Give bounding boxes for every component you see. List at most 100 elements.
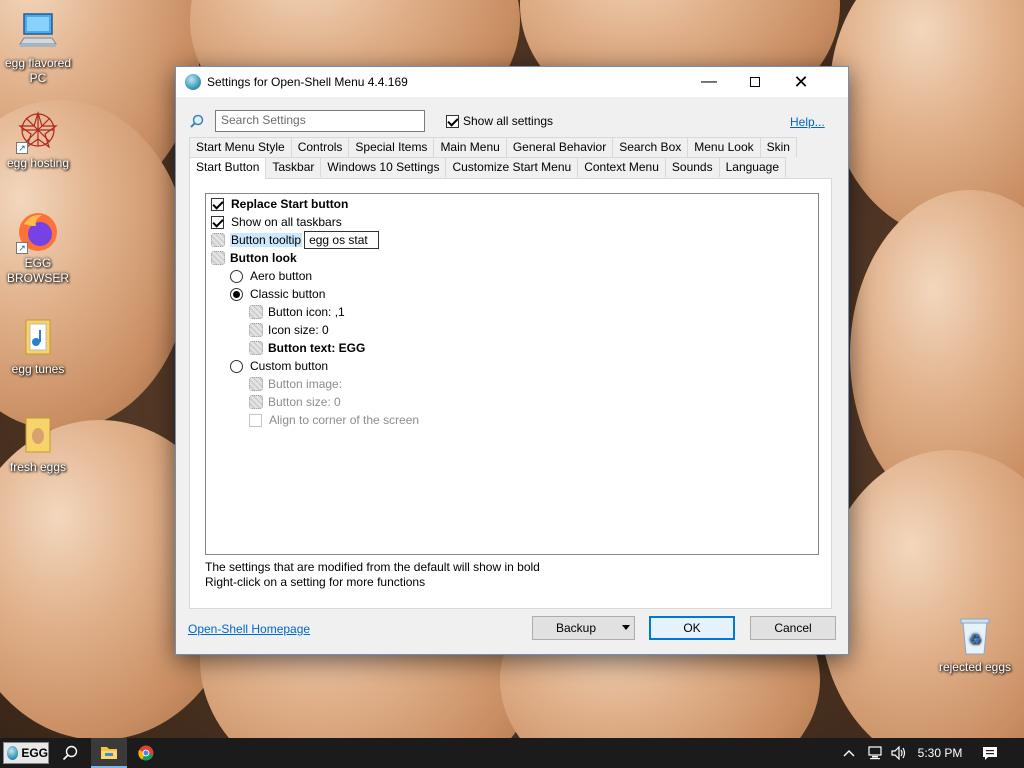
ok-button[interactable]: OK	[649, 616, 735, 640]
network-button[interactable]	[864, 738, 886, 768]
setting-classic-button[interactable]: Classic button	[230, 285, 325, 303]
open-shell-icon	[185, 74, 201, 90]
minimize-button[interactable]: —	[686, 67, 732, 97]
desktop-icon-egg-flavored-pc[interactable]: egg flavored PC	[0, 10, 76, 86]
desktop-icon-label: egg hosting	[6, 156, 70, 170]
setting-label: Replace Start button	[231, 197, 349, 211]
desktop-icon-fresh-eggs[interactable]: fresh eggs	[0, 414, 76, 475]
speaker-icon	[891, 746, 906, 760]
setting-custom-button[interactable]: Custom button	[230, 357, 328, 375]
setting-label: Custom button	[250, 359, 329, 373]
open-shell-homepage-link[interactable]: Open-Shell Homepage	[188, 622, 310, 636]
taskbar-search-button[interactable]	[52, 738, 88, 768]
start-button-tab-panel: Replace Start button Show on all taskbar…	[189, 178, 832, 609]
settings-tree[interactable]: Replace Start button Show on all taskbar…	[205, 193, 819, 555]
setting-button-tooltip[interactable]: Button tooltip egg os stat	[211, 231, 380, 249]
tab-main-menu[interactable]: Main Menu	[433, 137, 507, 157]
taskbar-chrome[interactable]	[128, 738, 164, 768]
tab-general-behavior[interactable]: General Behavior	[505, 137, 614, 157]
settings-dialog: Settings for Open-Shell Menu 4.4.169 — ✕…	[175, 66, 849, 655]
setting-button-icon[interactable]: Button icon: ,1	[249, 303, 345, 321]
volume-button[interactable]	[888, 738, 910, 768]
setting-icon-size[interactable]: Icon size: 0	[249, 321, 329, 339]
computer-icon	[16, 10, 60, 54]
action-center-button[interactable]	[975, 738, 1005, 768]
setting-label: Show on all taskbars	[231, 215, 342, 229]
tab-skin[interactable]: Skin	[759, 137, 797, 157]
shortcut-arrow-icon: ↗	[16, 242, 28, 254]
clock[interactable]: 5:30 PM	[915, 738, 965, 768]
setting-button-image: Button image:	[249, 375, 342, 393]
tooltip-edit-field[interactable]: egg os stat	[304, 231, 380, 249]
search-icon	[62, 745, 78, 761]
tab-customize-start-menu[interactable]: Customize Start Menu	[445, 157, 579, 177]
tab-menu-look[interactable]: Menu Look	[687, 137, 761, 157]
setting-label: Align to corner of the screen	[269, 413, 420, 427]
setting-icon	[249, 395, 263, 409]
search-settings-input[interactable]: Search Settings	[215, 110, 425, 132]
taskbar-file-explorer[interactable]	[91, 738, 127, 768]
setting-label: Button image:	[268, 377, 343, 391]
setting-icon	[211, 251, 225, 265]
setting-label: Button tooltip	[230, 233, 303, 247]
radio-selected[interactable]	[230, 287, 243, 301]
show-all-settings-checkbox[interactable]: Show all settings	[446, 114, 553, 128]
setting-button-look[interactable]: Button look	[211, 249, 297, 267]
checkbox-checked[interactable]	[446, 114, 459, 128]
music-folder-icon	[16, 316, 60, 360]
title-bar[interactable]: Settings for Open-Shell Menu 4.4.169 — ✕	[176, 67, 848, 97]
note-right-click: Right-click on a setting for more functi…	[205, 575, 426, 589]
desktop-icon-rejected-eggs[interactable]: ♻ rejected eggs	[937, 614, 1013, 675]
show-hidden-icons-button[interactable]	[840, 738, 858, 768]
shortcut-arrow-icon: ↗	[16, 142, 28, 154]
radio-unselected[interactable]	[230, 359, 243, 373]
setting-button-text[interactable]: Button text: EGG	[249, 339, 365, 357]
help-link[interactable]: Help...	[790, 115, 825, 129]
tab-sounds[interactable]: Sounds	[664, 157, 720, 177]
setting-label: Aero button	[250, 269, 313, 283]
tab-windows-10-settings[interactable]: Windows 10 Settings	[320, 157, 447, 177]
tab-search-box[interactable]: Search Box	[612, 137, 689, 157]
tab-special-items[interactable]: Special Items	[348, 137, 435, 157]
tab-taskbar[interactable]: Taskbar	[265, 157, 322, 177]
setting-label: Button size: 0	[268, 395, 341, 409]
setting-aero-button[interactable]: Aero button	[230, 267, 312, 285]
desktop-icon-label: fresh eggs	[9, 460, 67, 474]
close-icon: ✕	[793, 71, 809, 92]
setting-align-to-corner: Align to corner of the screen	[249, 411, 419, 429]
checkbox-checked[interactable]	[211, 215, 224, 229]
maximize-icon	[750, 77, 760, 87]
cancel-button[interactable]: Cancel	[750, 616, 836, 640]
start-button[interactable]: EGG	[3, 742, 49, 764]
tab-start-button[interactable]: Start Button	[189, 157, 267, 179]
tab-start-menu-style[interactable]: Start Menu Style	[189, 137, 292, 157]
setting-show-on-all-taskbars[interactable]: Show on all taskbars	[211, 213, 342, 231]
tab-context-menu[interactable]: Context Menu	[577, 157, 666, 177]
star-shape-icon: ↗	[16, 110, 60, 154]
note-bold-settings: The settings that are modified from the …	[205, 560, 540, 574]
close-button[interactable]: ✕	[778, 67, 824, 97]
setting-replace-start-button[interactable]: Replace Start button	[211, 195, 348, 213]
folder-icon	[101, 747, 117, 759]
radio-unselected[interactable]	[230, 269, 243, 283]
tab-language[interactable]: Language	[718, 157, 786, 177]
maximize-button[interactable]	[732, 67, 778, 97]
setting-icon	[211, 233, 225, 247]
setting-icon	[249, 323, 263, 337]
setting-label: Button icon: ,1	[268, 305, 345, 319]
desktop-icon-egg-tunes[interactable]: egg tunes	[0, 316, 76, 377]
svg-text:♻: ♻	[969, 632, 982, 648]
setting-label: Icon size: 0	[268, 323, 329, 337]
setting-label: Button look	[230, 251, 297, 265]
desktop-icon-egg-browser[interactable]: ↗ EGG BROWSER	[0, 210, 76, 286]
tab-controls[interactable]: Controls	[290, 137, 350, 157]
desktop-icon-egg-hosting[interactable]: ↗ egg hosting	[0, 110, 76, 171]
backup-button[interactable]: Backup	[532, 616, 635, 640]
setting-button-size: Button size: 0	[249, 393, 341, 411]
taskbar: EGG 5:30 PM	[0, 738, 1024, 768]
chevron-up-icon	[843, 750, 855, 757]
window-title: Settings for Open-Shell Menu 4.4.169	[207, 75, 408, 89]
desktop-icon-label: egg tunes	[11, 362, 65, 376]
checkbox-checked[interactable]	[211, 197, 224, 211]
dialog-client-area: Search Settings Show all settings Help..…	[176, 97, 848, 654]
